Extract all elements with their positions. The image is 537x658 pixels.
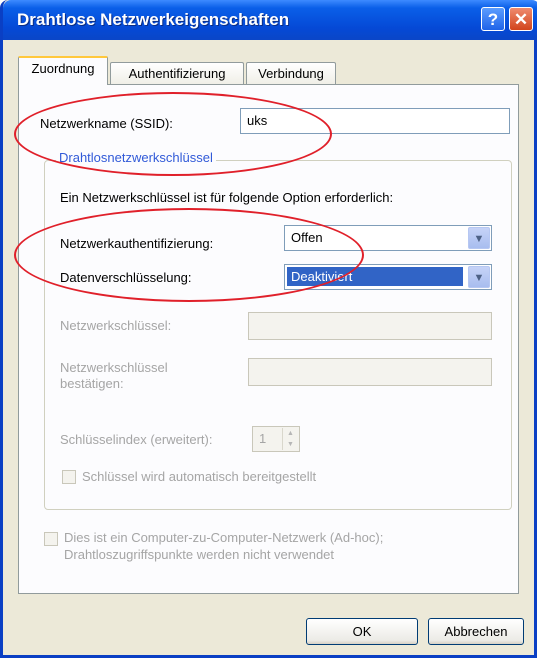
tab-zuordnung[interactable]: Zuordnung (18, 56, 108, 85)
tab-label: Verbindung (258, 66, 324, 81)
auto-key-checkbox[interactable] (62, 470, 76, 484)
cancel-button[interactable]: Abbrechen (428, 618, 524, 645)
key-confirm-label-2: bestätigen: (60, 376, 124, 391)
ok-label: OK (352, 624, 372, 639)
tab-label: Authentifizierung (128, 66, 226, 81)
key-index-stepper[interactable]: 1 ▲ ▼ (252, 426, 300, 452)
auto-key-label: Schlüssel wird automatisch bereitgestell… (82, 469, 317, 484)
cancel-label: Abbrechen (444, 624, 508, 639)
chevron-up-icon[interactable]: ▲ (283, 428, 298, 439)
window-title: Drahtlose Netzwerkeigenschaften (17, 10, 290, 29)
key-confirm-input[interactable] (248, 358, 492, 386)
key-index-label: Schlüsselindex (erweitert): (60, 432, 213, 447)
key-input[interactable] (248, 312, 492, 340)
help-button[interactable]: ? (481, 7, 505, 31)
help-icon: ? (487, 10, 499, 29)
chevron-down-icon[interactable]: ▼ (468, 227, 490, 249)
key-label: Netzwerkschlüssel: (60, 318, 172, 333)
adhoc-label-2: Drahtloszugriffspunkte werden nicht verw… (64, 547, 335, 562)
tab-verbindung[interactable]: Verbindung (246, 62, 336, 84)
ok-button[interactable]: OK (306, 618, 418, 645)
key-index-value: 1 (259, 431, 267, 446)
title-bar[interactable]: Drahtlose Netzwerkeigenschaften ? ✕ (3, 0, 537, 40)
highlight-ellipse-security (14, 208, 364, 302)
key-required-text: Ein Netzwerkschlüssel ist für folgende O… (60, 190, 394, 205)
tab-authentifizierung[interactable]: Authentifizierung (110, 62, 244, 84)
tab-label: Zuordnung (31, 61, 95, 76)
key-confirm-label-1: Netzwerkschlüssel (60, 360, 168, 375)
adhoc-label-1: Dies ist ein Computer-zu-Computer-Netzwe… (64, 530, 384, 545)
close-button[interactable]: ✕ (509, 7, 533, 31)
highlight-ellipse-ssid (14, 92, 332, 176)
chevron-down-icon[interactable]: ▼ (283, 439, 298, 450)
chevron-down-icon[interactable]: ▼ (468, 266, 490, 288)
adhoc-checkbox[interactable] (44, 532, 58, 546)
close-icon: ✕ (513, 10, 529, 29)
